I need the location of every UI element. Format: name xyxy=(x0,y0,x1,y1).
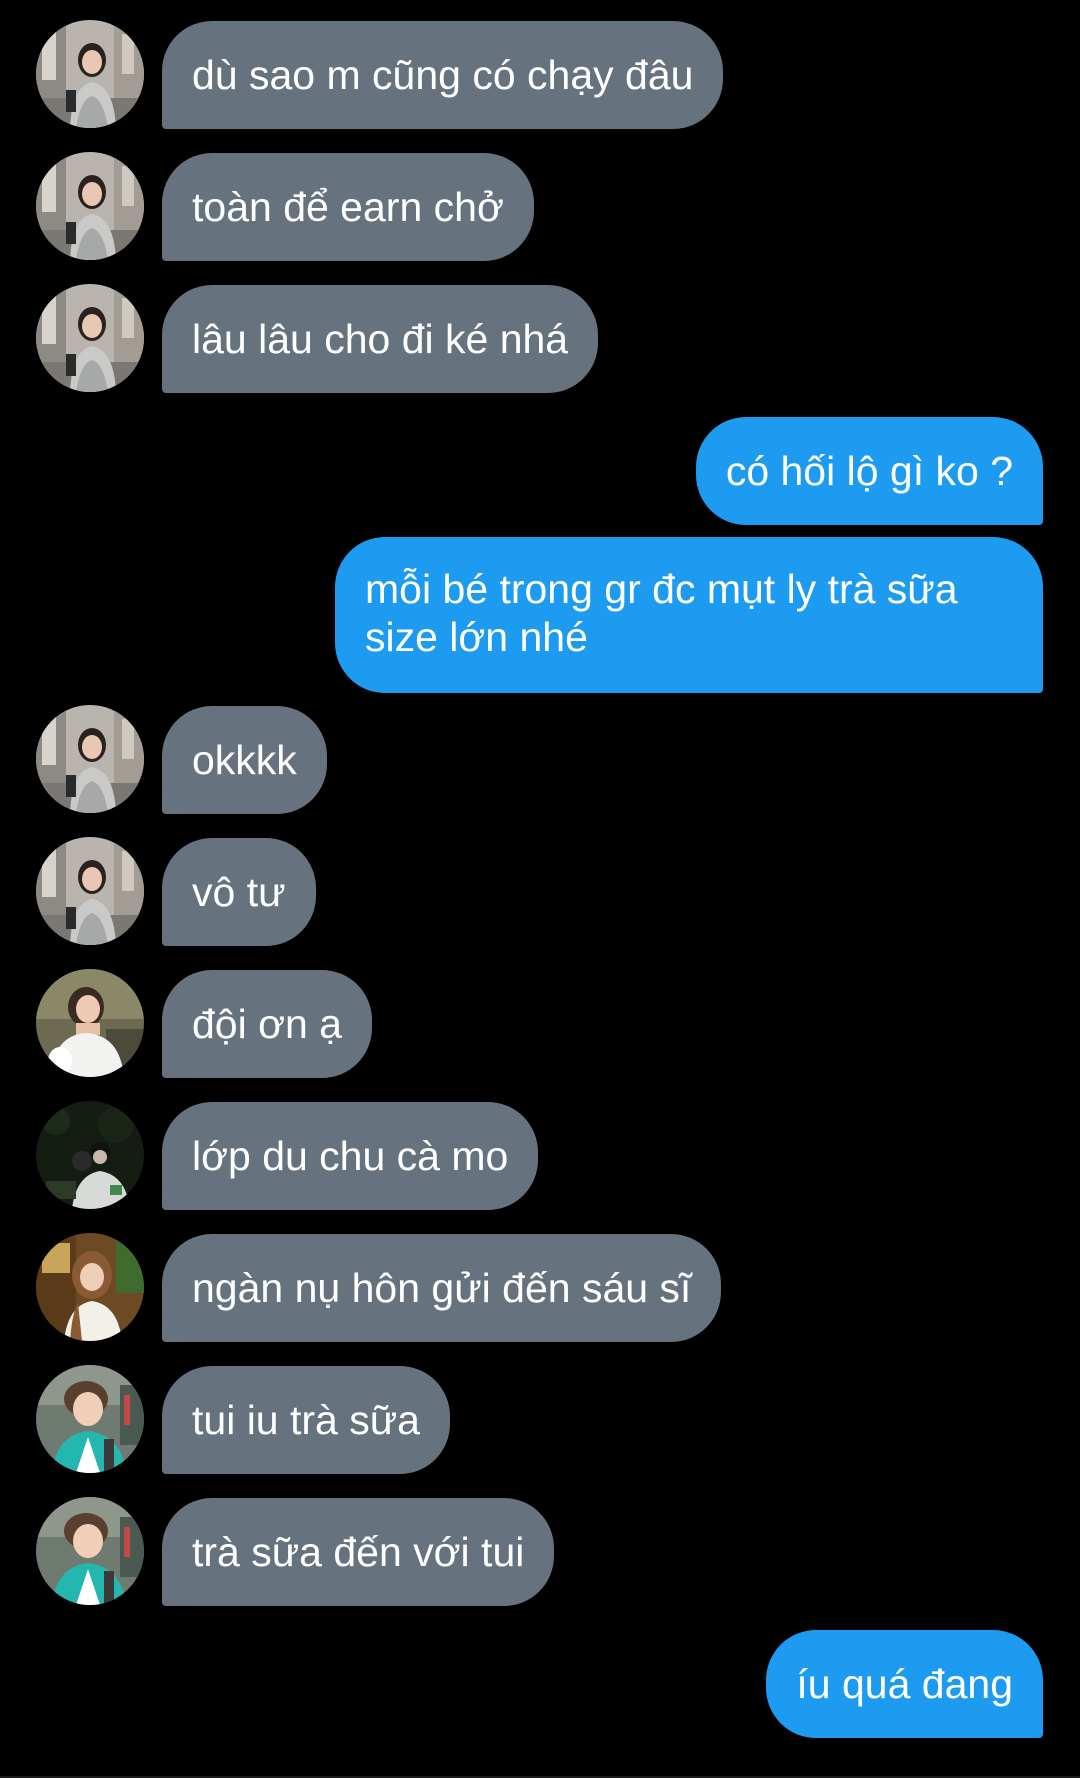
avatar[interactable] xyxy=(36,1365,144,1473)
message-bubble-outgoing[interactable]: có hối lộ gì ko ? xyxy=(695,417,1043,525)
message-text: lâu lâu cho đi ké nhá xyxy=(192,316,569,362)
message-row: trà sữa đến với tui xyxy=(0,1497,1080,1607)
message-row: tui iu trà sữa xyxy=(0,1365,1080,1475)
message-bubble-incoming[interactable]: lớp du chu cà mo xyxy=(162,1102,539,1210)
profile-photo-icon xyxy=(36,1101,144,1209)
avatar[interactable] xyxy=(36,969,144,1077)
message-text: đội ơn ạ xyxy=(192,1001,342,1047)
avatar[interactable] xyxy=(36,1101,144,1209)
profile-photo-icon xyxy=(36,152,144,260)
message-row: dù sao m cũng có chạy đâu xyxy=(0,20,1080,130)
message-bubble-incoming[interactable]: toàn để earn chở xyxy=(162,153,534,261)
message-bubble-incoming[interactable]: dù sao m cũng có chạy đâu xyxy=(162,21,724,129)
profile-photo-icon xyxy=(36,969,144,1077)
message-row: có hối lộ gì ko ? xyxy=(0,417,1080,525)
message-row: toàn để earn chở xyxy=(0,152,1080,262)
avatar[interactable] xyxy=(36,284,144,392)
profile-photo-icon xyxy=(36,1233,144,1341)
message-row: vô tư xyxy=(0,837,1080,947)
message-row: mỗi bé trong gr đc mụt ly trà sữa size l… xyxy=(0,537,1080,693)
message-bubble-outgoing[interactable]: mỗi bé trong gr đc mụt ly trà sữa size l… xyxy=(335,537,1043,693)
profile-photo-icon xyxy=(36,20,144,128)
message-text: trà sữa đến với tui xyxy=(192,1529,525,1575)
message-row: lớp du chu cà mo xyxy=(0,1101,1080,1211)
message-bubble-incoming[interactable]: ngàn nụ hôn gửi đến sáu sĩ xyxy=(162,1234,722,1342)
avatar[interactable] xyxy=(36,20,144,128)
message-bubble-incoming[interactable]: tui iu trà sữa xyxy=(162,1366,450,1474)
message-text: tui iu trà sữa xyxy=(192,1397,420,1443)
avatar[interactable] xyxy=(36,837,144,945)
message-row: okkkk xyxy=(0,705,1080,815)
profile-photo-icon xyxy=(36,1497,144,1605)
profile-photo-icon xyxy=(36,837,144,945)
avatar[interactable] xyxy=(36,152,144,260)
profile-photo-icon xyxy=(36,284,144,392)
message-text: vô tư xyxy=(192,869,286,915)
profile-photo-icon xyxy=(36,705,144,813)
message-bubble-incoming[interactable]: lâu lâu cho đi ké nhá xyxy=(162,285,599,393)
avatar[interactable] xyxy=(36,1233,144,1341)
chat-thread: dù sao m cũng có chạy đâu toàn để earn c… xyxy=(0,0,1080,1778)
message-row: íu quá đang xyxy=(0,1630,1080,1738)
message-text: toàn để earn chở xyxy=(192,184,504,230)
message-text: ngàn nụ hôn gửi đến sáu sĩ xyxy=(192,1265,692,1311)
message-row: đội ơn ạ xyxy=(0,969,1080,1079)
message-row: ngàn nụ hôn gửi đến sáu sĩ xyxy=(0,1233,1080,1343)
message-text: okkkk xyxy=(192,737,297,783)
message-text: dù sao m cũng có chạy đâu xyxy=(192,52,694,98)
message-bubble-incoming[interactable]: vô tư xyxy=(162,838,316,946)
message-bubble-incoming[interactable]: đội ơn ạ xyxy=(162,970,372,1078)
message-bubble-incoming[interactable]: trà sữa đến với tui xyxy=(162,1498,555,1606)
message-bubble-outgoing[interactable]: íu quá đang xyxy=(766,1630,1043,1738)
message-bubble-incoming[interactable]: okkkk xyxy=(162,706,327,814)
avatar[interactable] xyxy=(36,705,144,813)
message-text: mỗi bé trong gr đc mụt ly trà sữa size l… xyxy=(365,566,958,660)
message-text: íu quá đang xyxy=(796,1661,1013,1707)
message-row: lâu lâu cho đi ké nhá xyxy=(0,284,1080,394)
profile-photo-icon xyxy=(36,1365,144,1473)
avatar[interactable] xyxy=(36,1497,144,1605)
message-text: có hối lộ gì ko ? xyxy=(725,448,1013,494)
message-text: lớp du chu cà mo xyxy=(192,1133,509,1179)
